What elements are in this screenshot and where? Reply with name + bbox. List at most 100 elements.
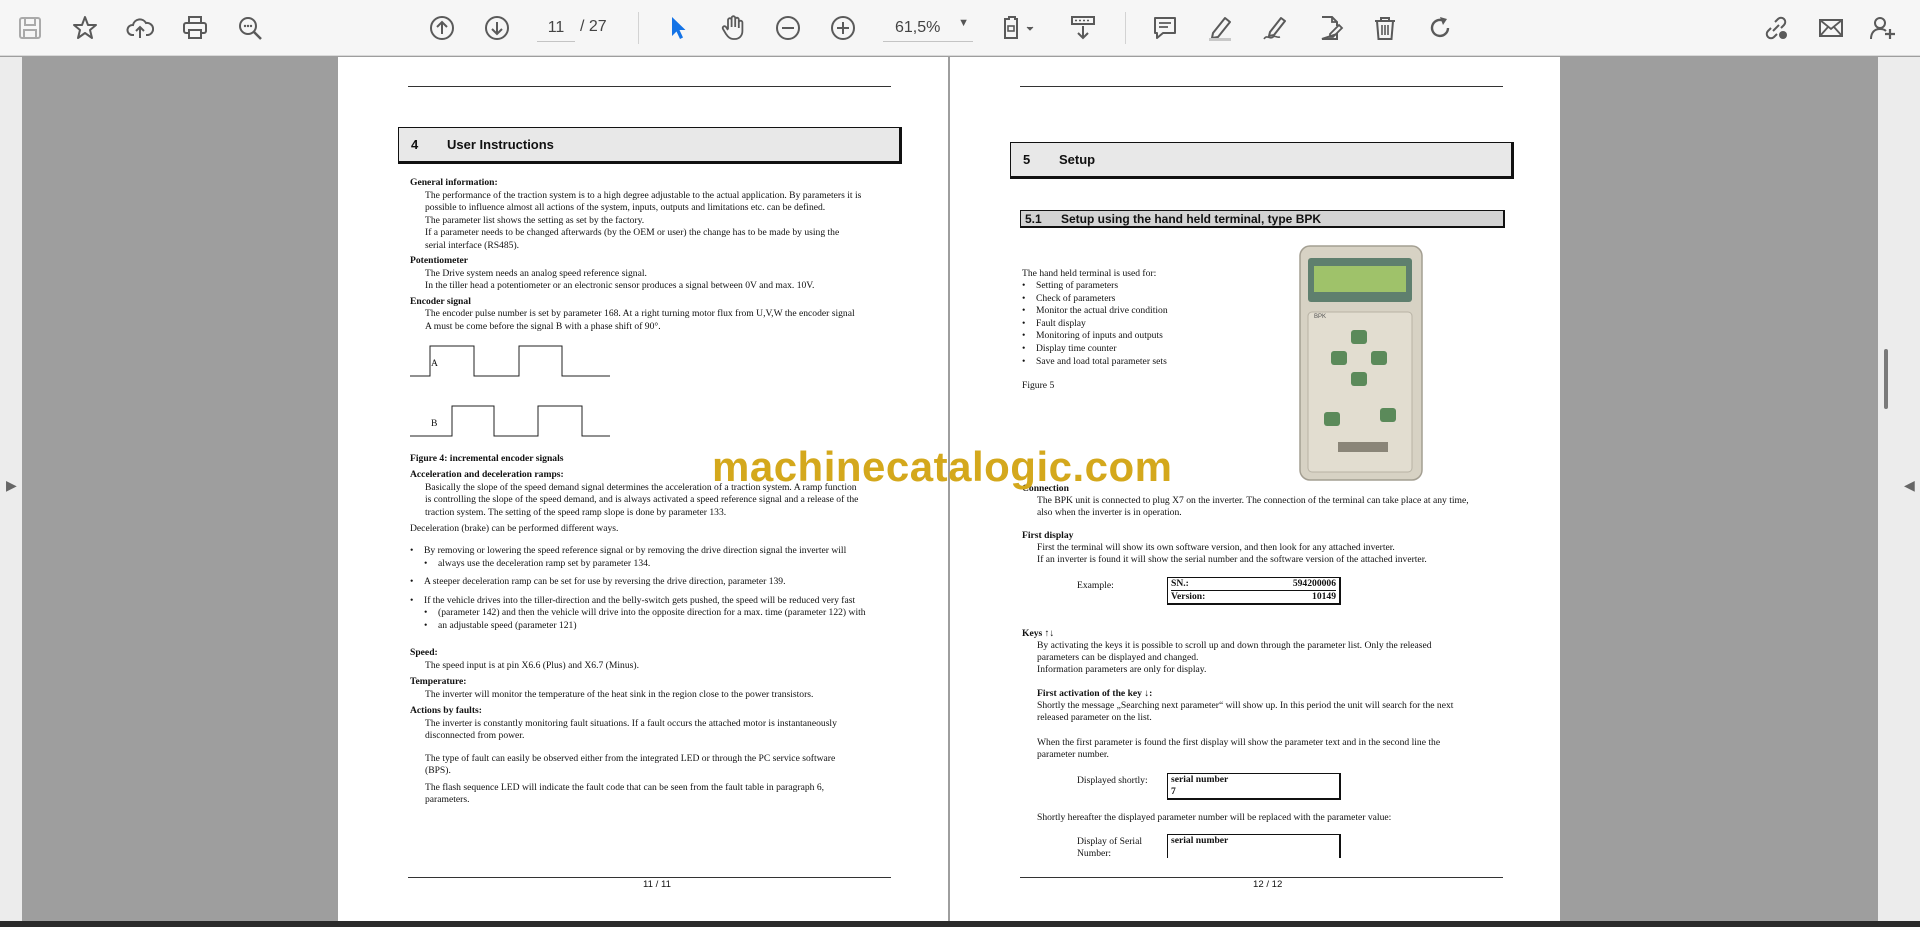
section-number: 5 xyxy=(1023,152,1031,167)
display-serial-label: Display of Serial xyxy=(1077,836,1143,847)
highlight-pen-icon[interactable] xyxy=(1201,9,1239,47)
scroll-mode-icon[interactable] xyxy=(1064,9,1102,47)
share-link-icon[interactable] xyxy=(1757,9,1795,47)
print-icon[interactable] xyxy=(176,9,214,47)
footer-rule xyxy=(408,877,891,878)
right-panel-toggle[interactable]: ◀ xyxy=(1878,57,1920,921)
paragraph-heading: Potentiometer xyxy=(410,255,469,266)
save-icon[interactable] xyxy=(11,9,49,47)
subsection-heading: 5.1 Setup using the hand held terminal, … xyxy=(1020,210,1505,228)
comment-icon[interactable] xyxy=(1146,9,1184,47)
list-item: Setting of parameters xyxy=(1022,280,1168,293)
box-line: serial number xyxy=(1171,774,1229,785)
section-number: 4 xyxy=(411,137,419,152)
page-total: / 27 xyxy=(580,18,607,35)
bookmark-star-icon[interactable] xyxy=(66,9,104,47)
footer-rule xyxy=(1020,877,1503,878)
paragraph-line: The inverter is constantly monitoring fa… xyxy=(425,717,837,729)
vertical-scrollbar-thumb[interactable] xyxy=(1884,349,1888,409)
first-parameter-text: parameter number. xyxy=(1037,749,1109,760)
keys-heading: Keys ↑↓ xyxy=(1022,628,1055,639)
bottom-bar xyxy=(0,921,1920,927)
select-cursor-icon[interactable] xyxy=(659,9,697,47)
first-activation-text: released parameter on the list. xyxy=(1037,712,1152,723)
section-heading: 5 Setup xyxy=(1010,142,1514,179)
paragraph-line: The performance of the traction system i… xyxy=(425,189,862,201)
example-label: Example: xyxy=(1077,580,1114,591)
paragraph-heading: Actions by faults: xyxy=(410,705,482,716)
hand-tool-icon[interactable] xyxy=(714,9,752,47)
paragraph-line: The parameter list shows the setting as … xyxy=(425,214,645,226)
paragraph-line: A must be come before the signal B with … xyxy=(425,320,661,332)
page-number: 12 / 12 xyxy=(1253,879,1283,890)
paragraph-heading: General information: xyxy=(410,177,498,188)
header-rule xyxy=(408,86,891,87)
paragraph-heading: Speed: xyxy=(410,647,438,658)
zoom-in-icon[interactable] xyxy=(824,9,862,47)
keys-text: By activating the keys it is possible to… xyxy=(1037,640,1432,651)
list-item: If the vehicle drives into the tiller-di… xyxy=(410,595,866,608)
toolbar: / 27 61,5% ▼ xyxy=(0,0,1920,56)
zoom-level-dropdown[interactable]: 61,5% ▼ xyxy=(883,14,973,42)
list-item: Save and load total parameter sets xyxy=(1022,356,1168,369)
edit-document-icon[interactable] xyxy=(1311,9,1349,47)
deceleration-bullet-list: By removing or lowering the speed refere… xyxy=(410,545,866,633)
zoom-out-icon[interactable] xyxy=(769,9,807,47)
paragraph-line: The Drive system needs an analog speed r… xyxy=(425,267,647,279)
paragraph-heading: Encoder signal xyxy=(410,295,471,307)
zoom-search-icon[interactable] xyxy=(231,9,269,47)
terminal-intro: The hand held terminal is used for: xyxy=(1022,268,1157,279)
terminal-uses-list: Setting of parametersCheck of parameters… xyxy=(1022,280,1168,368)
paragraph-line: disconnected from power. xyxy=(425,730,525,741)
add-user-icon[interactable] xyxy=(1864,9,1902,47)
paragraph-line: The encoder pulse number is set by param… xyxy=(425,308,855,319)
delete-trash-icon[interactable] xyxy=(1366,9,1404,47)
list-item: Display time counter xyxy=(1022,343,1168,356)
displayed-shortly-box: serial number 7 xyxy=(1167,773,1341,800)
box-line: 7 xyxy=(1171,786,1176,797)
paragraph-line: Deceleration (brake) can be performed di… xyxy=(410,523,619,534)
paragraph-line: possible to influence almost all actions… xyxy=(425,202,826,213)
sn-value: 594200006 xyxy=(1292,578,1336,589)
first-activation-text: Shortly the message „Searching next para… xyxy=(1037,700,1454,711)
redo-rotate-icon[interactable] xyxy=(1421,9,1459,47)
header-rule xyxy=(1020,86,1503,87)
figure-label: Figure 5 xyxy=(1022,380,1055,391)
previous-page-icon[interactable] xyxy=(423,9,461,47)
email-icon[interactable] xyxy=(1812,9,1850,47)
serial-number-box: serial number xyxy=(1167,834,1341,858)
subsection-number: 5.1 xyxy=(1025,211,1042,226)
paragraph-line: traction system. The setting of the spee… xyxy=(425,506,727,518)
version-label: Version: xyxy=(1171,591,1206,602)
page-fit-icon[interactable] xyxy=(994,9,1044,47)
draw-signature-icon[interactable] xyxy=(1256,9,1294,47)
list-item: Check of parameters xyxy=(1022,293,1168,306)
paragraph-line: The speed input is at pin X6.6 (Plus) an… xyxy=(425,659,639,671)
next-page-icon[interactable] xyxy=(478,9,516,47)
example-display-box: SN.: 594200006 Version: 10149 xyxy=(1167,577,1341,605)
display-serial-label: Number: xyxy=(1077,848,1112,859)
first-display-heading: First display xyxy=(1022,530,1074,541)
paragraph-line: The inverter will monitor the temperatur… xyxy=(425,688,814,700)
device-label: BPK xyxy=(1314,314,1327,320)
list-item-continuation: always use the deceleration ramp set by … xyxy=(410,558,866,571)
upload-cloud-icon[interactable] xyxy=(121,9,159,47)
version-value: 10149 xyxy=(1312,591,1336,602)
list-item-continuation: (parameter 142) and then the vehicle wil… xyxy=(410,607,866,620)
watermark-text: machinecatalogic.com xyxy=(712,443,1173,490)
encoder-signal-a-label: A xyxy=(431,358,438,369)
toolbar-divider xyxy=(1125,12,1126,44)
page-number-input[interactable] xyxy=(537,14,575,42)
sn-label: SN.: xyxy=(1171,578,1189,589)
left-panel-toggle[interactable]: ▶ xyxy=(0,57,22,921)
connection-text: The BPK unit is connected to plug X7 on … xyxy=(1037,495,1469,506)
displayed-shortly-label: Displayed shortly: xyxy=(1077,775,1148,786)
section-title: Setup xyxy=(1059,152,1096,167)
first-activation-heading: First activation of the key ↓: xyxy=(1037,688,1153,699)
figure-caption: Figure 4: incremental encoder signals xyxy=(410,453,564,464)
bpk-terminal-image: BPK xyxy=(1298,244,1424,482)
subsection-title: Setup using the hand held terminal, type… xyxy=(1061,211,1322,226)
list-item: Monitor the actual drive condition xyxy=(1022,305,1168,318)
page-number: 11 / 11 xyxy=(643,879,671,890)
paragraph-heading: Temperature: xyxy=(410,676,467,687)
